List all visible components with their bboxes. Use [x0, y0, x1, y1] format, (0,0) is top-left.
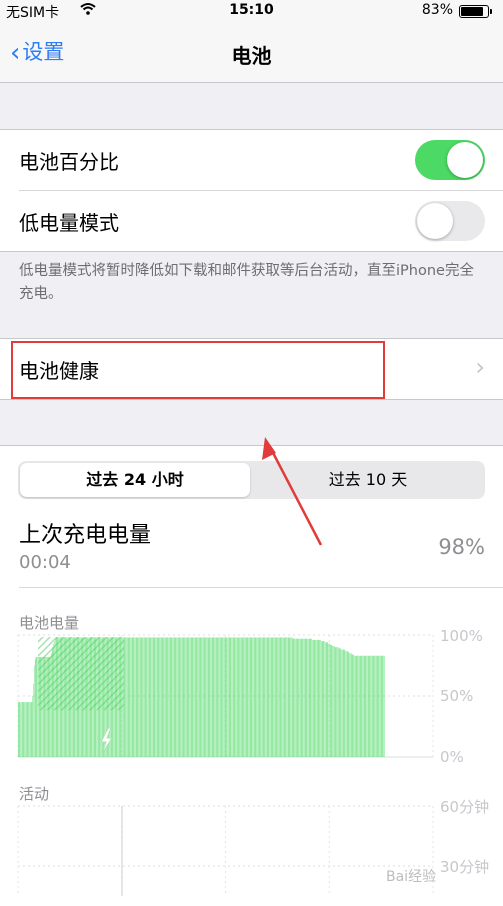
- battery-charts: [0, 0, 503, 896]
- watermark-logo: Bai经验: [386, 866, 436, 886]
